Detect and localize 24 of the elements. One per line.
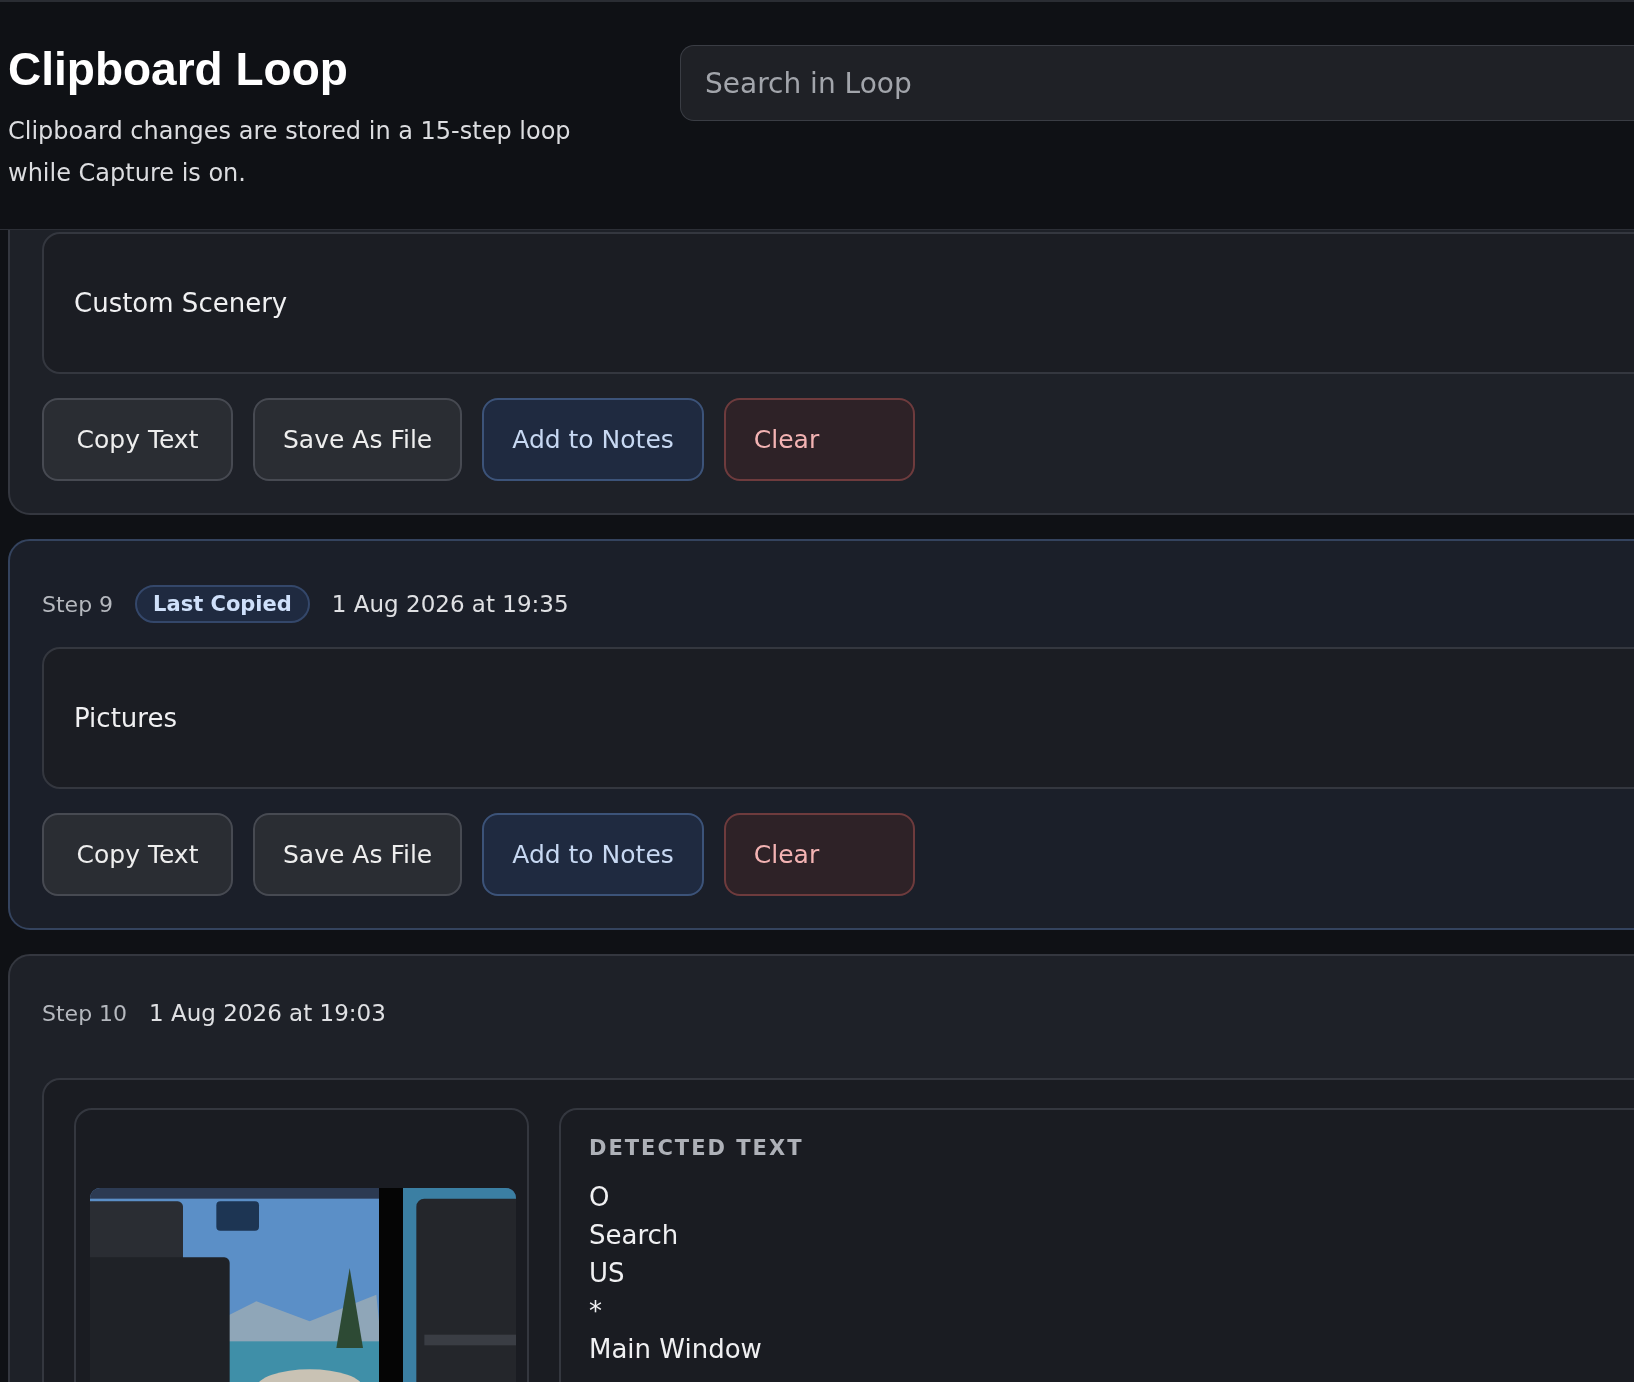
clip-text: Pictures bbox=[42, 647, 1634, 789]
action-button[interactable]: Add to Notes bbox=[482, 398, 704, 481]
action-button[interactable]: Save As File bbox=[253, 813, 463, 896]
action-button[interactable]: Add to Notes bbox=[482, 813, 704, 896]
timestamp: 1 Aug 2026 at 19:03 bbox=[149, 1000, 386, 1026]
app-subtitle: Clipboard changes are stored in a 15-step loop while Capture is on. bbox=[8, 116, 572, 189]
section-heading: DETECTED TEXT bbox=[589, 1136, 805, 1160]
step-label: Step 10 bbox=[42, 1000, 128, 1026]
step-label: Step 9 bbox=[42, 591, 114, 617]
action-button[interactable]: Clear bbox=[723, 398, 915, 481]
action-button[interactable]: Copy Text bbox=[42, 813, 233, 896]
action-button[interactable]: Save As File bbox=[253, 398, 463, 481]
detected-line: US bbox=[589, 1257, 626, 1290]
action-button[interactable]: Copy Text bbox=[42, 398, 233, 481]
search-field[interactable]: Search in Loop bbox=[680, 45, 1634, 121]
timestamp: 1 Aug 2026 at 19:35 bbox=[331, 591, 569, 617]
detected-line: O bbox=[589, 1181, 611, 1214]
app-title: Clipboard Loop bbox=[8, 42, 349, 96]
detected-line: Main Window bbox=[589, 1333, 763, 1366]
detected-line: Search bbox=[589, 1219, 680, 1252]
status-badge: Last Copied bbox=[135, 585, 310, 623]
action-button[interactable]: Clear bbox=[723, 813, 915, 896]
detected-line: * bbox=[589, 1295, 603, 1328]
clip-text: Custom Scenery bbox=[42, 232, 1634, 374]
